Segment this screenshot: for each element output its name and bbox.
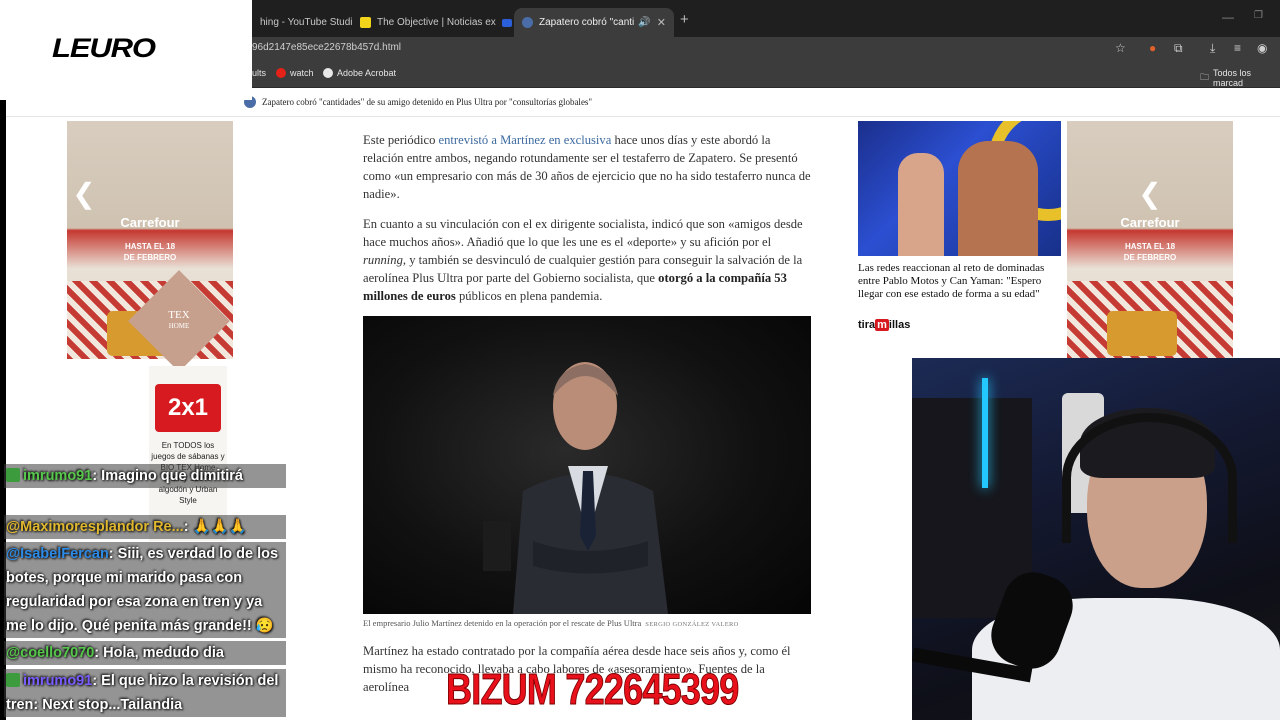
- header-divider: [0, 116, 1280, 117]
- chat-text: : Imagino que dimitirá: [92, 468, 243, 484]
- chat-username: @coello7070: [6, 645, 95, 661]
- photo-credit: SERGIO GONZÁLEZ VALERO: [645, 621, 739, 628]
- tab-the-objective[interactable]: The Objective | Noticias ex ✕: [352, 8, 514, 37]
- carrefour-ad-right[interactable]: ❮ Carrefour HASTA EL 18 DE FEBRERO: [1067, 121, 1233, 359]
- tab-flag-icon: [501, 18, 512, 27]
- chat-username: imrumo91: [23, 468, 93, 484]
- folder-icon: 🗀: [1200, 72, 1210, 82]
- interview-link[interactable]: entrevistó a Martínez en exclusiva: [439, 133, 612, 147]
- globe-favicon-icon: [522, 17, 533, 28]
- chat-text: : 🙏🙏🙏: [183, 519, 247, 535]
- bookmark-label: Adobe Acrobat: [337, 68, 397, 78]
- tab-youtube-studio[interactable]: hing - YouTube Studio ✕: [252, 8, 352, 37]
- maximize-icon[interactable]: ❐: [1254, 10, 1263, 21]
- chat-message: @Maximoresplandor Re...: 🙏🙏🙏: [4, 515, 286, 539]
- article-paragraph: Este periódico entrevistó a Martínez en …: [363, 133, 811, 201]
- tab-label: Zapatero cobró "cantidades: [539, 17, 635, 28]
- moderator-badge-icon: [6, 673, 20, 687]
- chat-username: @IsabelFercan: [6, 546, 109, 562]
- pillow-image: [1107, 311, 1177, 356]
- article-photo[interactable]: [363, 316, 811, 614]
- breadcrumb[interactable]: Zapatero cobró "cantidades" de su amigo …: [244, 96, 592, 108]
- youtube-icon: [276, 68, 286, 78]
- chat-username: imrumo91: [23, 673, 93, 689]
- extension-icon[interactable]: ●: [1149, 41, 1156, 55]
- related-article-title[interactable]: Las redes reaccionan al reto de dominada…: [858, 262, 1061, 301]
- url-text[interactable]: 96d2147e85ece22678b457d.html: [252, 42, 401, 53]
- reading-list-icon[interactable]: ≡: [1234, 41, 1241, 55]
- bookmark-label: watch: [290, 68, 314, 78]
- webcam-feed: [912, 358, 1280, 720]
- bookmark-all-folder[interactable]: 🗀 Todos los marcad: [1200, 68, 1280, 88]
- ad-brand: Carrefour: [120, 215, 180, 230]
- bookmark-adobe-acrobat[interactable]: Adobe Acrobat: [323, 68, 396, 78]
- chat-username: @Maximoresplandor Re...: [6, 519, 184, 535]
- speaker-icon[interactable]: 🔊: [638, 17, 650, 28]
- breadcrumb-title: Zapatero cobró "cantidades" de su amigo …: [262, 97, 593, 107]
- tab-zapatero-article[interactable]: Zapatero cobró "cantidades 🔊 ✕: [514, 8, 674, 37]
- the-objective-favicon-icon: [360, 17, 371, 28]
- ad-brand: Carrefour: [1120, 215, 1180, 230]
- rgb-light: [982, 378, 988, 488]
- star-bookmark-icon[interactable]: ☆: [1115, 41, 1126, 55]
- donation-banner: BIZUM 722645399: [446, 665, 740, 715]
- logo-text: LEURO: [52, 33, 156, 63]
- tiramillas-logo[interactable]: tira m illas: [858, 319, 910, 331]
- related-article-image[interactable]: [858, 121, 1061, 256]
- carrefour-logo-icon: ❮: [72, 178, 96, 209]
- tex-home-label: TEX HOME: [168, 309, 190, 331]
- bookmark-results[interactable]: ults: [252, 68, 266, 78]
- chat-message: @coello7070: Hola, medudo dia: [4, 641, 286, 665]
- bookmark-label: ults: [252, 68, 267, 78]
- chat-text: : Hola, medudo dia: [94, 645, 224, 661]
- chat-message: @IsabelFercan: Siii, es verdad lo de los…: [4, 542, 286, 638]
- carrefour-logo-icon: ❮: [1138, 178, 1162, 209]
- close-icon[interactable]: ✕: [651, 16, 666, 29]
- new-tab-plus-icon[interactable]: +: [680, 11, 689, 28]
- tab-label: hing - YouTube Studio: [260, 17, 352, 28]
- photo-caption: El empresario Julio Martínez detenido en…: [363, 618, 739, 628]
- puzzle-extensions-icon[interactable]: ⧉: [1174, 41, 1183, 56]
- headphones-icon: [1062, 413, 1237, 543]
- offer-2x1-badge: 2x1: [155, 384, 221, 432]
- channel-logo: LEURO: [0, 0, 252, 100]
- article-paragraph: En cuanto a su vinculación con el ex dir…: [363, 217, 803, 303]
- moderator-badge-icon: [6, 468, 20, 482]
- minimize-icon[interactable]: —: [1222, 10, 1234, 24]
- chat-message: imrumo91: Imagino que dimitirá: [4, 464, 286, 488]
- businessman-portrait-image: [483, 362, 668, 614]
- bookmark-watch[interactable]: watch: [276, 68, 314, 78]
- bookmark-label: Todos los marcad: [1213, 68, 1252, 88]
- download-icon[interactable]: ⤓: [1210, 41, 1215, 56]
- live-chat-overlay: imrumo91: Imagino que dimitirá @Maximore…: [4, 452, 286, 720]
- ad-promo: HASTA EL 18 DE FEBRERO: [123, 242, 177, 262]
- ad-promo: HASTA EL 18 DE FEBRERO: [1123, 242, 1177, 262]
- profile-avatar-icon[interactable]: ◉: [1257, 41, 1267, 55]
- acrobat-icon: [323, 68, 333, 78]
- tab-label: The Objective | Noticias ex: [377, 17, 496, 28]
- chat-message: imrumo91: El que hizo la revisión del tr…: [4, 669, 286, 717]
